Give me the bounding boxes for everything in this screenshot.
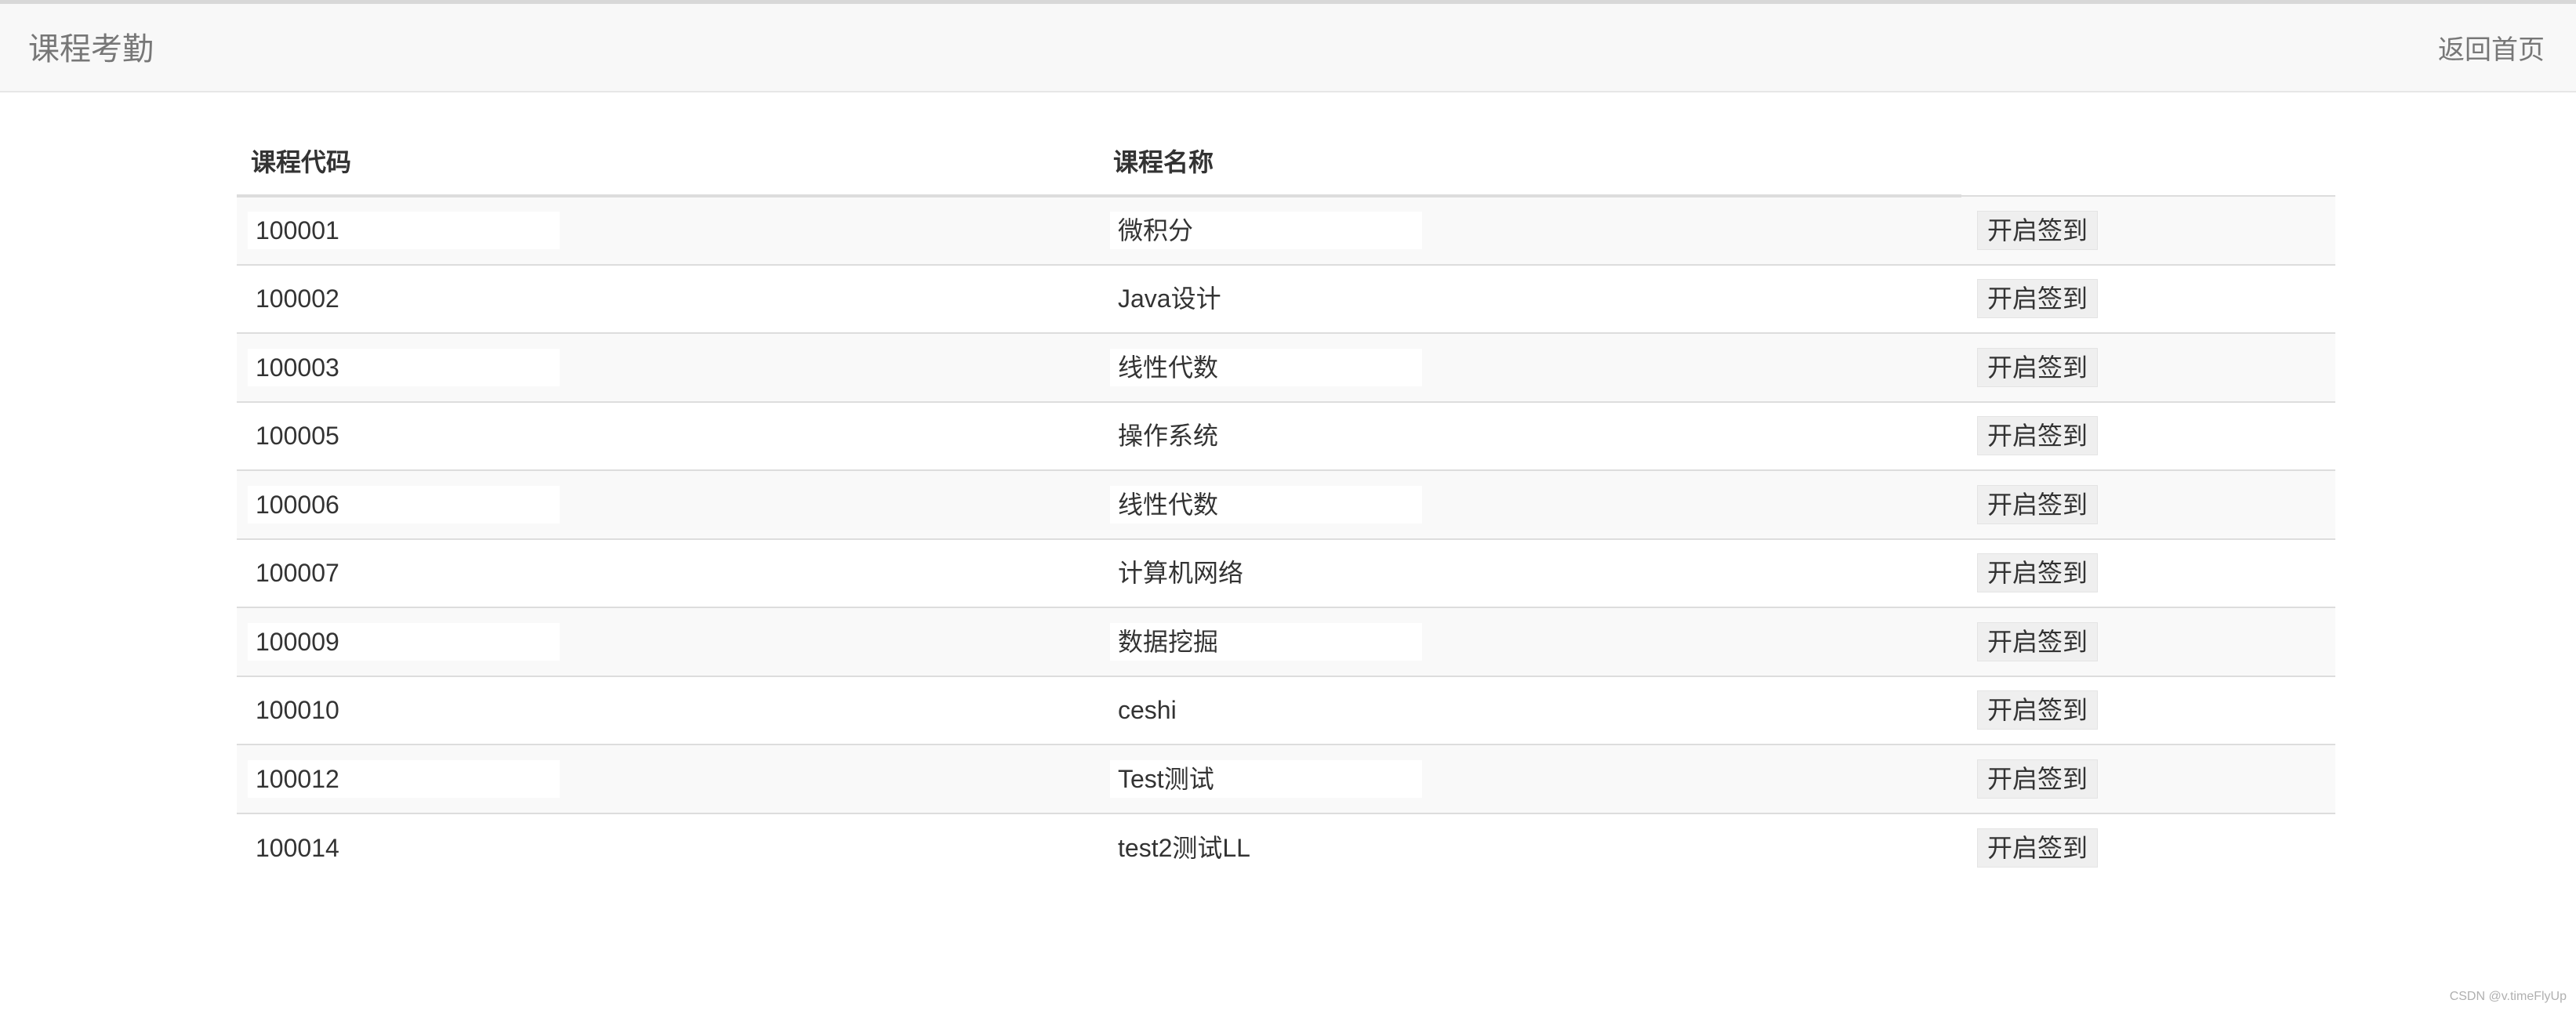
course-code-field[interactable]: 100009 bbox=[248, 622, 560, 661]
course-name-field[interactable]: 线性代数 bbox=[1110, 485, 1422, 523]
table-row: 100005 操作系统 开启签到 bbox=[237, 400, 2335, 470]
start-checkin-button[interactable]: 开启签到 bbox=[1977, 210, 2099, 250]
start-checkin-button[interactable]: 开启签到 bbox=[1977, 621, 2099, 661]
start-checkin-button[interactable]: 开启签到 bbox=[1977, 759, 2099, 799]
table-row: 100002 Java设计 开启签到 bbox=[237, 263, 2335, 333]
start-checkin-button[interactable]: 开启签到 bbox=[1977, 553, 2099, 593]
table-row: 100003 线性代数 开启签到 bbox=[237, 332, 2335, 402]
start-checkin-button[interactable]: 开启签到 bbox=[1977, 347, 2099, 387]
header-action bbox=[1961, 127, 2335, 196]
start-checkin-button[interactable]: 开启签到 bbox=[1977, 484, 2099, 524]
start-checkin-button[interactable]: 开启签到 bbox=[1977, 416, 2099, 456]
course-code-field[interactable]: 100002 bbox=[248, 280, 560, 318]
table-row: 100009 数据挖掘 开启签到 bbox=[237, 607, 2335, 676]
table-row: 100010 ceshi 开启签到 bbox=[237, 675, 2335, 744]
course-table: 课程代码 课程名称 100001 微积分 开启签到 100002 Java设计 … bbox=[237, 127, 2335, 882]
brand-title[interactable]: 课程考勤 bbox=[28, 31, 154, 68]
course-name-field[interactable]: Test测试 bbox=[1110, 759, 1422, 798]
watermark: CSDN @v.timeFlyUp bbox=[2449, 990, 2567, 1003]
start-checkin-button[interactable]: 开启签到 bbox=[1977, 690, 2099, 730]
start-checkin-button[interactable]: 开启签到 bbox=[1977, 279, 2099, 319]
course-name-field[interactable]: 计算机网络 bbox=[1110, 554, 1422, 592]
course-code-field[interactable]: 100012 bbox=[248, 759, 560, 798]
course-table-container: 课程代码 课程名称 100001 微积分 开启签到 100002 Java设计 … bbox=[237, 127, 2335, 882]
course-code-field[interactable]: 100007 bbox=[248, 554, 560, 592]
course-name-field[interactable]: Java设计 bbox=[1110, 280, 1422, 318]
course-code-field[interactable]: 100010 bbox=[248, 691, 560, 730]
course-name-field[interactable]: test2测试LL bbox=[1110, 828, 1422, 867]
course-code-field[interactable]: 100003 bbox=[248, 348, 560, 386]
table-row: 100001 微积分 开启签到 bbox=[237, 195, 2335, 265]
course-name-field[interactable]: ceshi bbox=[1110, 691, 1422, 730]
course-name-field[interactable]: 操作系统 bbox=[1110, 417, 1422, 455]
start-checkin-button[interactable]: 开启签到 bbox=[1977, 828, 2099, 868]
course-code-field[interactable]: 100014 bbox=[248, 828, 560, 867]
table-row: 100012 Test测试 开启签到 bbox=[237, 744, 2335, 813]
header-course-code: 课程代码 bbox=[237, 127, 1099, 197]
course-name-field[interactable]: 线性代数 bbox=[1110, 348, 1422, 386]
navbar: 课程考勤 返回首页 bbox=[0, 0, 2576, 92]
course-code-field[interactable]: 100005 bbox=[248, 417, 560, 455]
table-header: 课程代码 课程名称 bbox=[237, 127, 2335, 197]
course-code-field[interactable]: 100006 bbox=[248, 485, 560, 523]
table-row: 100007 计算机网络 开启签到 bbox=[237, 538, 2335, 607]
table-row: 100006 线性代数 开启签到 bbox=[237, 469, 2335, 539]
return-home-link[interactable]: 返回首页 bbox=[2438, 34, 2545, 67]
course-code-field[interactable]: 100001 bbox=[248, 212, 560, 250]
course-name-field[interactable]: 微积分 bbox=[1110, 212, 1422, 250]
course-name-field[interactable]: 数据挖掘 bbox=[1110, 622, 1422, 661]
header-course-name: 课程名称 bbox=[1099, 127, 1961, 197]
table-row: 100014 test2测试LL 开启签到 bbox=[237, 812, 2335, 882]
